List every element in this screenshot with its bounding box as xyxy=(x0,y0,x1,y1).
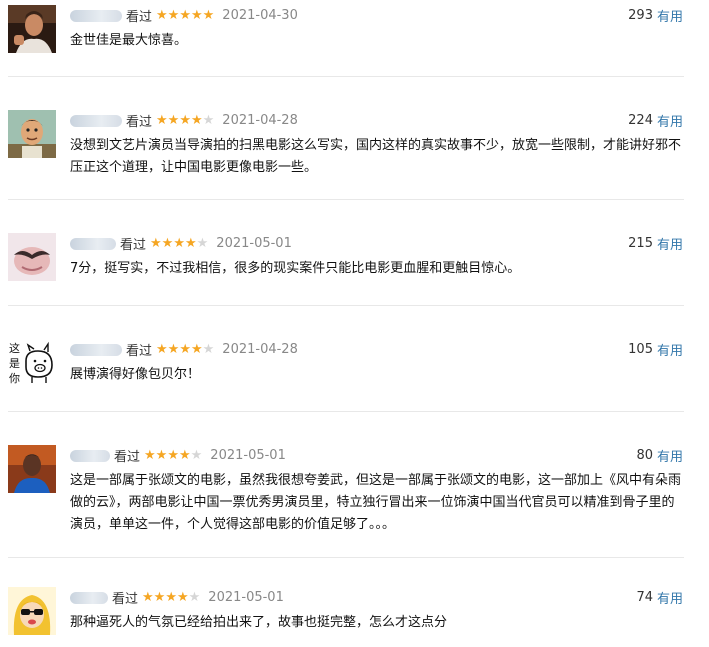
man-blue-shirt-icon xyxy=(8,445,56,493)
avatar[interactable]: 这 是 你 xyxy=(8,339,56,387)
review-date: 2021-04-28 xyxy=(222,341,298,357)
review-content: 展博演得好像包贝尔！ xyxy=(70,367,201,382)
vote-count: 80 xyxy=(636,447,653,463)
seen-label: 看过 xyxy=(112,591,139,607)
useful-button[interactable]: 有用 xyxy=(657,6,683,25)
star-icon: ★★★★ xyxy=(142,589,189,605)
seen-label: 看过 xyxy=(126,114,153,130)
rating-stars: ★★★★★ xyxy=(142,590,200,605)
rating-stars: ★★★★★ xyxy=(150,236,208,251)
review-content: 金世佳是最大惊喜。 xyxy=(70,33,188,48)
review-date: 2021-04-28 xyxy=(222,112,298,128)
review-content: 那种逼死人的气氛已经给拍出来了，故事也挺完整，怎么才这点分 xyxy=(70,615,448,630)
divider xyxy=(8,305,684,306)
useful-button[interactable]: 有用 xyxy=(657,234,683,253)
review-content: 这是一部属于张颂文的电影，虽然我很想夸姜武，但这是一部属于张颂文的电影，这一部加… xyxy=(70,473,682,532)
star-empty-icon: ★ xyxy=(188,589,201,605)
review-header: 看过 ★★★★★ 2021-04-30 xyxy=(70,5,298,25)
pig-doodle-icon: 这 是 你 xyxy=(8,339,56,387)
review-content: 没想到文艺片演员当导演拍的扫黑电影这么写实，国内这样的真实故事不少，放宽一些限制… xyxy=(70,138,682,175)
mustache-icon xyxy=(8,233,56,281)
vote-count: 215 xyxy=(628,235,653,251)
star-icon: ★★★★ xyxy=(144,447,191,463)
star-icon: ★★★★ xyxy=(156,341,203,357)
useful-button[interactable]: 有用 xyxy=(657,446,683,465)
avatar[interactable] xyxy=(8,5,56,53)
useful-button[interactable]: 有用 xyxy=(657,340,683,359)
rating-stars: ★★★★★ xyxy=(144,448,202,463)
star-empty-icon: ★ xyxy=(190,447,203,463)
divider xyxy=(8,199,684,200)
review-date: 2021-05-01 xyxy=(210,447,286,463)
avatar[interactable] xyxy=(8,233,56,281)
star-icon: ★★★★ xyxy=(150,235,197,251)
review-date: 2021-04-30 xyxy=(222,7,298,23)
star-empty-icon: ★ xyxy=(202,341,215,357)
star-icon: ★★★★ xyxy=(156,112,203,128)
man-portrait-icon xyxy=(8,5,56,53)
divider xyxy=(8,411,684,412)
username[interactable] xyxy=(70,344,122,356)
vote-count: 293 xyxy=(628,7,653,23)
votes: 80 有用 xyxy=(636,445,683,465)
username[interactable] xyxy=(70,115,122,127)
username[interactable] xyxy=(70,238,116,250)
vote-count: 224 xyxy=(628,112,653,128)
username[interactable] xyxy=(70,592,108,604)
rating-stars: ★★★★★ xyxy=(156,113,214,128)
avatar-char: 你 xyxy=(9,372,20,385)
review-header: 看过 ★★★★★ 2021-04-28 xyxy=(70,339,298,359)
star-empty-icon: ★ xyxy=(202,112,215,128)
avatar[interactable] xyxy=(8,110,56,158)
seen-label: 看过 xyxy=(120,237,147,253)
useful-button[interactable]: 有用 xyxy=(657,588,683,607)
review-header: 看过 ★★★★★ 2021-05-01 xyxy=(70,587,284,607)
rating-stars: ★★★★★ xyxy=(156,342,214,357)
avatar[interactable] xyxy=(8,587,56,635)
review-header: 看过 ★★★★★ 2021-05-01 xyxy=(70,233,292,253)
votes: 293 有用 xyxy=(628,5,683,25)
review-date: 2021-05-01 xyxy=(216,235,292,251)
username[interactable] xyxy=(70,450,110,462)
useful-button[interactable]: 有用 xyxy=(657,111,683,130)
seen-label: 看过 xyxy=(114,449,141,465)
avatar-char: 这 xyxy=(9,341,20,355)
seen-label: 看过 xyxy=(126,343,153,359)
avatar-char: 是 xyxy=(9,357,20,370)
vote-count: 74 xyxy=(636,589,653,605)
review-date: 2021-05-01 xyxy=(208,589,284,605)
review-header: 看过 ★★★★★ 2021-05-01 xyxy=(70,445,286,465)
votes: 74 有用 xyxy=(636,587,683,607)
votes: 224 有用 xyxy=(628,110,683,130)
divider xyxy=(8,557,684,558)
review-content: 7分，挺写实，不过我相信，很多的现实案件只能比电影更血腥和更触目惊心。 xyxy=(70,261,521,276)
username[interactable] xyxy=(70,10,122,22)
star-empty-icon: ★ xyxy=(196,235,209,251)
star-icon: ★★★★★ xyxy=(156,7,215,23)
rating-stars: ★★★★★ xyxy=(156,8,214,23)
cartoon-girl-sunglasses-icon xyxy=(8,587,56,635)
votes: 215 有用 xyxy=(628,233,683,253)
cartoon-man-icon xyxy=(8,110,56,158)
votes: 105 有用 xyxy=(628,339,683,359)
avatar[interactable] xyxy=(8,445,56,493)
divider xyxy=(8,76,684,77)
review-header: 看过 ★★★★★ 2021-04-28 xyxy=(70,110,298,130)
seen-label: 看过 xyxy=(126,9,153,25)
vote-count: 105 xyxy=(628,341,653,357)
